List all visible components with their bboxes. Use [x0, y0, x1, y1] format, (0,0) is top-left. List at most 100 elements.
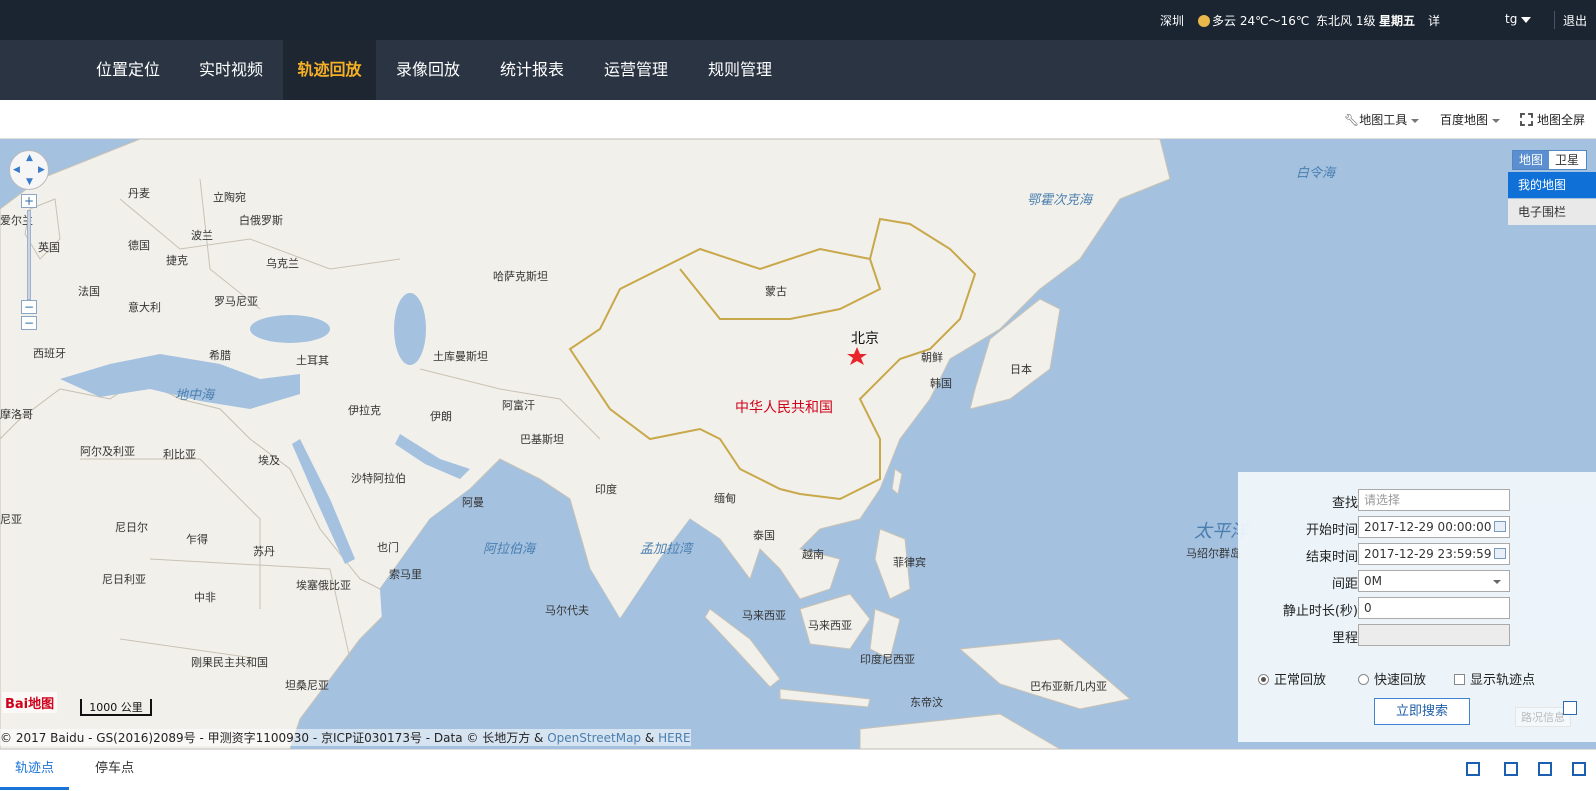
start-time-input[interactable]: 2017-12-29 00:00:00: [1358, 516, 1510, 538]
label-france: 法国: [78, 285, 100, 298]
label-czech: 捷克: [166, 254, 188, 267]
end-time-input[interactable]: 2017-12-29 23:59:59: [1358, 543, 1510, 565]
label-iran: 伊朗: [430, 410, 452, 423]
username: tg: [1505, 12, 1518, 26]
e-fence-button[interactable]: 电子围栏: [1508, 199, 1596, 225]
label-thailand: 泰国: [753, 529, 775, 542]
here-link[interactable]: HERE: [658, 731, 691, 745]
fullscreen-button[interactable]: 地图全屏: [1520, 111, 1585, 128]
maximize-icon[interactable]: [1572, 762, 1586, 776]
map-type-satellite-button[interactable]: 卫星: [1549, 151, 1585, 169]
pan-control[interactable]: ▲ ▼ ◀ ▶: [9, 150, 49, 190]
calendar-icon[interactable]: [1494, 548, 1506, 559]
zoom-slider[interactable]: [27, 210, 31, 300]
map-canvas[interactable]: 中华人民共和国 北京 蒙古 哈萨克斯坦 土库曼斯坦 伊朗 伊拉克 阿富汗 巴基斯…: [0, 139, 1596, 749]
label-india: 印度: [595, 483, 617, 496]
label-pakistan: 巴基斯坦: [520, 433, 564, 446]
fast-play-radio[interactable]: 快速回放: [1358, 669, 1426, 688]
nav-item-rules[interactable]: 规则管理: [688, 40, 792, 100]
map-tools-dropdown[interactable]: 🔧︎地图工具: [1344, 111, 1420, 128]
nav-item-reports[interactable]: 统计报表: [480, 40, 584, 100]
start-time-label: 开始时间: [1305, 523, 1358, 538]
label-oman: 阿曼: [462, 496, 484, 509]
expand-icon: [1520, 113, 1533, 126]
zoom-out-button[interactable]: −: [21, 316, 37, 330]
label-indonesia: 印度尼西亚: [860, 653, 915, 666]
nav-item-operations[interactable]: 运营管理: [584, 40, 688, 100]
find-row: 查找 请选择: [1238, 489, 1596, 511]
label-iraq: 伊拉克: [348, 404, 381, 417]
stop-duration-input[interactable]: 0: [1358, 597, 1510, 619]
nav-item-live-video[interactable]: 实时视频: [179, 40, 283, 100]
tab-track-points[interactable]: 轨迹点: [0, 750, 70, 790]
label-car: 中非: [194, 591, 216, 604]
wind-text: 东北风 1级: [1316, 14, 1376, 28]
caret-down-icon: [1493, 580, 1501, 584]
map-toolbar: 🔧︎地图工具 百度地图 地图全屏: [0, 100, 1596, 139]
tab-parking-points[interactable]: 停车点: [80, 750, 149, 790]
end-time-row: 结束时间 2017-12-29 23:59:59: [1238, 543, 1596, 565]
copyright-and: &: [644, 731, 655, 745]
label-niger: 尼日尔: [115, 521, 148, 534]
label-spain: 西班牙: [33, 347, 66, 360]
calendar-icon[interactable]: [1494, 521, 1506, 532]
label-malaysia-west: 马来西亚: [742, 609, 786, 622]
label-lithuania: 立陶宛: [213, 191, 246, 204]
find-label: 查找: [1331, 496, 1358, 511]
city-label: 深圳: [1160, 14, 1185, 28]
weekday-text: 星期五: [1379, 14, 1416, 28]
zoom-handle[interactable]: −: [21, 300, 37, 314]
end-time-label: 结束时间: [1305, 550, 1358, 565]
search-now-button[interactable]: 立即搜索: [1374, 698, 1470, 725]
map-type-map-button[interactable]: 地图: [1513, 151, 1549, 169]
label-philippines: 菲律宾: [893, 556, 926, 569]
map-copyright: © 2017 Baidu - GS(2016)2089号 - 甲测资字11009…: [0, 729, 691, 746]
zoom-control: + − −: [21, 194, 37, 332]
zoom-in-button[interactable]: +: [21, 194, 37, 208]
mileage-input: [1358, 624, 1510, 646]
nav-item-location[interactable]: 位置定位: [77, 40, 179, 100]
label-arabian-sea: 阿拉伯海: [483, 542, 536, 557]
land-taiwan: [891, 468, 903, 495]
label-png: 巴布亚新几内亚: [1030, 680, 1107, 693]
label-algeria: 阿尔及利亚: [80, 445, 135, 458]
my-map-button[interactable]: 我的地图: [1508, 172, 1596, 198]
baidu-logo: Bai地图: [2, 692, 58, 713]
collapse-panel-icon[interactable]: [1563, 701, 1577, 715]
label-maldives: 马尔代夫: [545, 604, 589, 617]
export-icon[interactable]: [1466, 762, 1480, 776]
label-drc: 刚果民主共和国: [191, 656, 268, 669]
start-time-value: 2017-12-29 00:00:00: [1364, 520, 1492, 534]
label-chad: 乍得: [186, 533, 208, 546]
interval-row: 间距 0M: [1238, 570, 1596, 592]
label-turkmenistan: 土库曼斯坦: [433, 350, 488, 363]
normal-play-radio[interactable]: 正常回放: [1258, 669, 1326, 688]
label-poland: 波兰: [191, 229, 213, 242]
user-menu[interactable]: tg: [1505, 12, 1532, 26]
bottom-panel: 轨迹点 停车点: [0, 749, 1596, 791]
normal-play-label: 正常回放: [1274, 673, 1327, 688]
land-png: [958, 638, 1132, 710]
excel-icon[interactable]: [1504, 762, 1518, 776]
label-mongolia: 蒙古: [765, 285, 787, 298]
nav-item-video-playback[interactable]: 录像回放: [376, 40, 480, 100]
label-mauritania: 尼亚: [0, 513, 22, 526]
label-ethiopia: 埃塞俄比亚: [296, 579, 351, 592]
restore-window-icon[interactable]: [1538, 762, 1552, 776]
interval-select[interactable]: 0M: [1358, 570, 1510, 592]
land-australia: [859, 713, 1061, 749]
caret-down-icon: [1411, 118, 1420, 123]
baidu-map-dropdown[interactable]: 百度地图: [1440, 111, 1501, 128]
label-sudan: 苏丹: [253, 545, 275, 558]
find-input[interactable]: 请选择: [1358, 489, 1510, 511]
nav-item-track-playback[interactable]: 轨迹回放: [283, 40, 376, 100]
label-bering: 白令海: [1296, 166, 1336, 181]
weather-detail-link[interactable]: 详: [1428, 12, 1440, 29]
divider: [1554, 11, 1555, 29]
show-points-checkbox[interactable]: 显示轨迹点: [1454, 669, 1535, 688]
label-malaysia-east: 马来西亚: [808, 619, 852, 632]
label-egypt: 埃及: [258, 454, 280, 467]
osm-link[interactable]: OpenStreetMap: [547, 731, 641, 745]
wrench-icon: 🔧︎: [1344, 113, 1360, 127]
logout-link[interactable]: 退出: [1563, 12, 1587, 29]
